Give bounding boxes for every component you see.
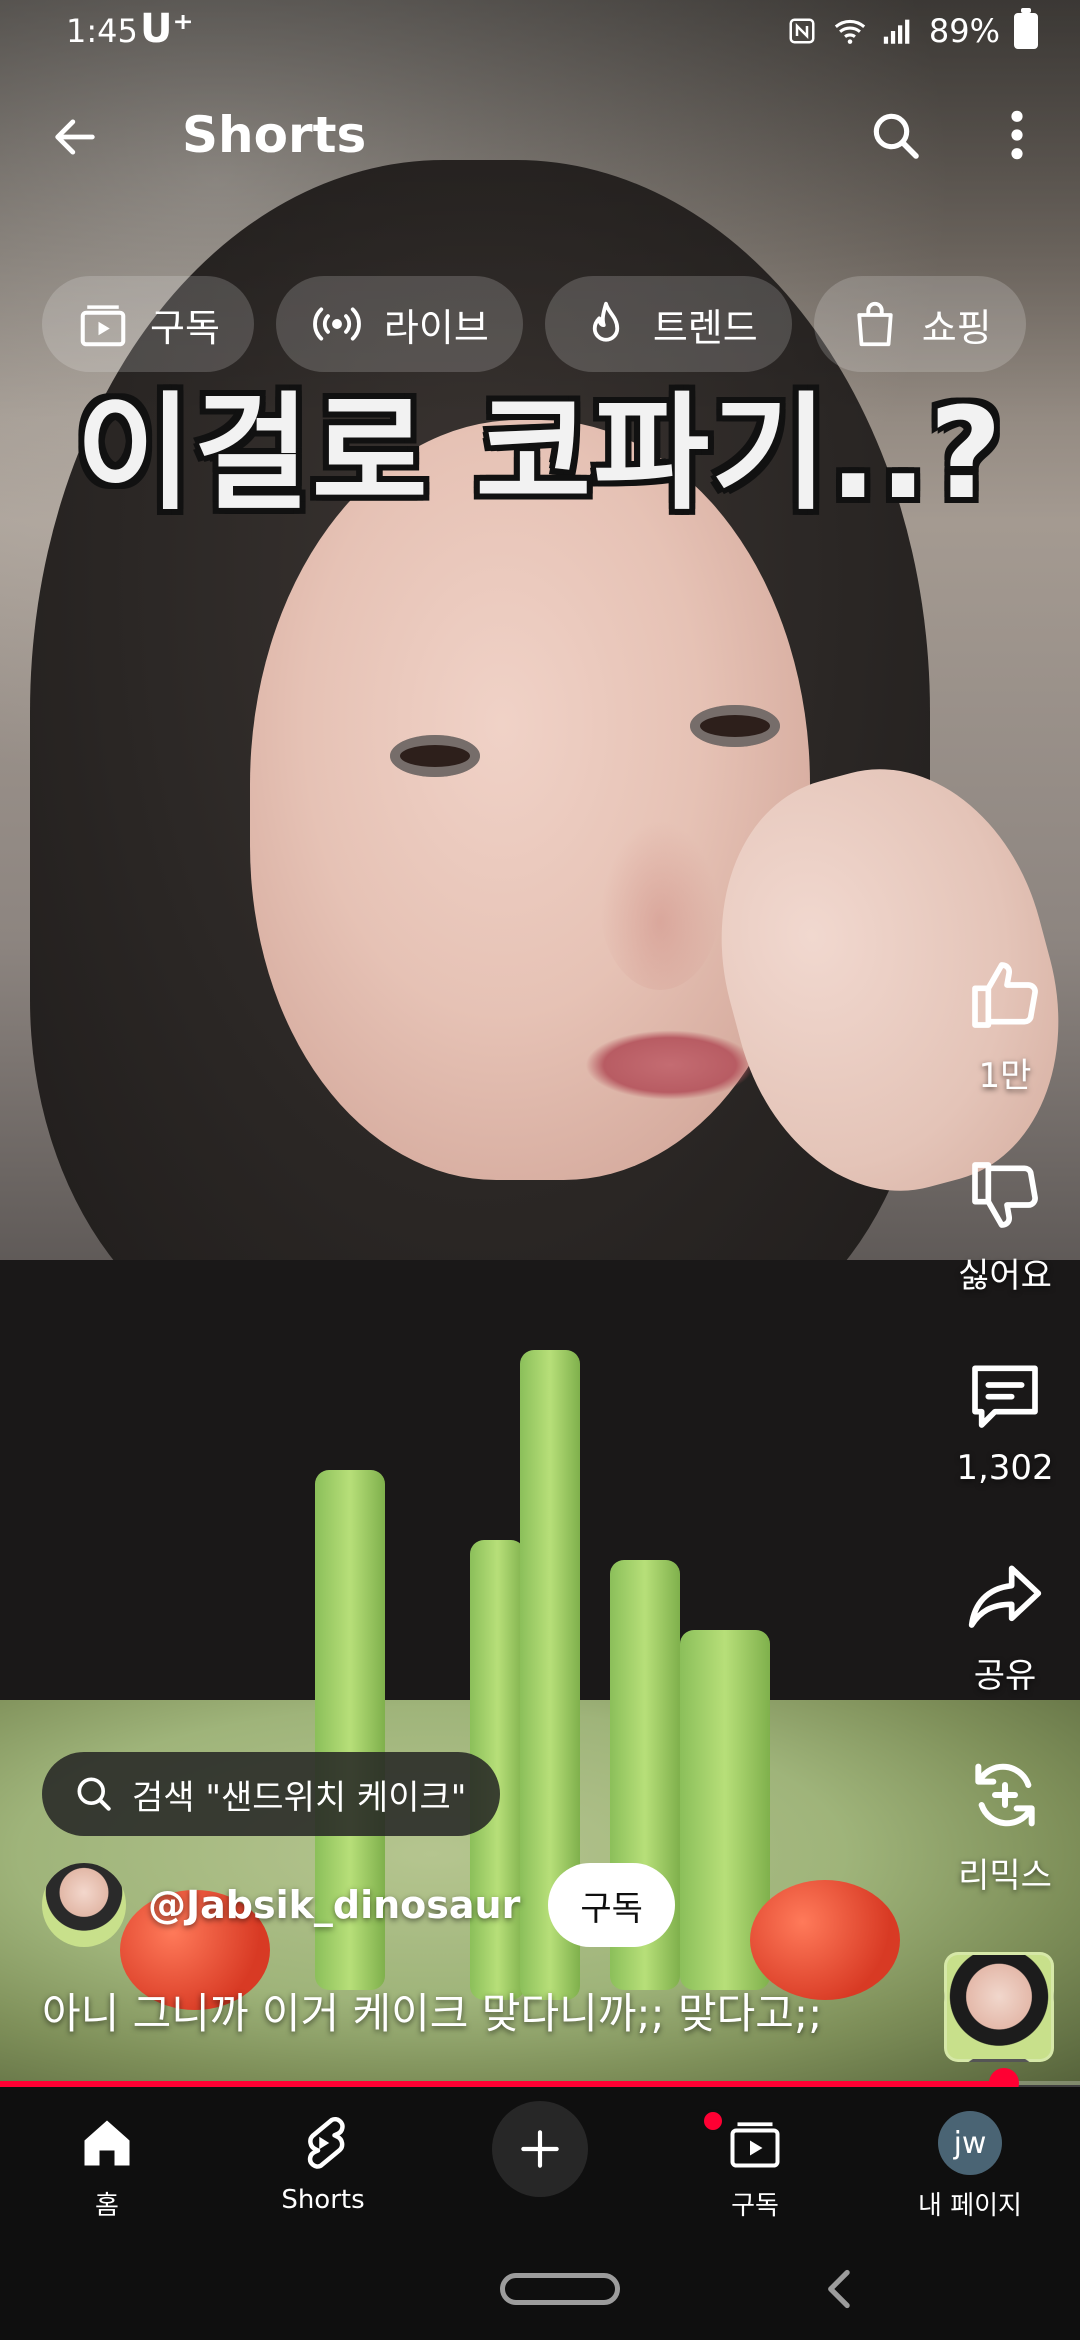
nav-subscriptions-label: 구독	[731, 2191, 779, 2221]
top-app-bar: Shorts	[0, 80, 1080, 190]
comments-button[interactable]: 1,302	[930, 1350, 1080, 1488]
search-suggestion-pill[interactable]: 검색 "샌드위치 케이크"	[42, 1752, 501, 1836]
thumbs-down-icon	[960, 1150, 1050, 1240]
live-icon	[313, 307, 361, 341]
dislike-button[interactable]: 싫어요	[930, 1150, 1080, 1297]
share-icon	[960, 1550, 1050, 1640]
nav-create[interactable]	[435, 2101, 645, 2197]
video-lips	[585, 1030, 755, 1100]
battery-percent: 89%	[928, 12, 1000, 50]
nav-shorts-label: Shorts	[281, 2185, 365, 2215]
account-avatar: jw	[934, 2107, 1006, 2179]
nav-home-label: 홈	[95, 2191, 119, 2221]
remix-label: 리믹스	[958, 1856, 1052, 1896]
subscriptions-icon	[80, 305, 126, 347]
status-right: 89%	[785, 8, 1038, 50]
search-icon	[77, 1777, 111, 1811]
remix-button[interactable]: 리믹스	[930, 1750, 1080, 1897]
system-back-button[interactable]	[808, 2259, 868, 2319]
channel-row: @Jabsik_dinosaur 구독	[42, 1862, 675, 1948]
back-arrow-icon	[55, 119, 95, 155]
thumbs-up-icon	[960, 950, 1050, 1040]
battery-icon	[1014, 8, 1038, 49]
channel-handle[interactable]: @Jabsik_dinosaur	[148, 1883, 520, 1927]
video-description[interactable]: 아니 그니까 이거 케이크 맞다니까;; 맞다고;;	[42, 1980, 922, 2041]
dislike-label: 싫어요	[958, 1256, 1052, 1296]
search-button[interactable]	[858, 98, 932, 172]
nfc-icon	[785, 14, 819, 48]
like-count: 1만	[978, 1056, 1032, 1096]
system-navigation-bar	[0, 2237, 1080, 2340]
bottom-navigation: 홈 Shorts 구독 jw 내 페이지	[0, 2087, 1080, 2237]
share-button[interactable]: 공유	[930, 1550, 1080, 1697]
create-button[interactable]	[492, 2101, 588, 2197]
more-options-button[interactable]	[980, 98, 1054, 172]
video-eye-left	[390, 735, 480, 777]
search-icon	[873, 113, 919, 159]
status-time: 1:45	[66, 12, 138, 50]
comment-icon	[960, 1350, 1050, 1440]
subscribe-button[interactable]: 구독	[548, 1863, 675, 1947]
video-caption: 이걸로 코파기..?	[75, 380, 1005, 527]
channel-avatar[interactable]	[42, 1863, 126, 1947]
like-button[interactable]: 1만	[930, 950, 1080, 1097]
nav-shorts[interactable]: Shorts	[218, 2107, 428, 2215]
comment-count: 1,302	[956, 1448, 1054, 1488]
wifi-icon	[833, 14, 867, 48]
status-bar: 1:45 U⁺ 89%	[0, 0, 1080, 64]
nav-my-page[interactable]: jw 내 페이지	[865, 2107, 1075, 2222]
more-vert-icon	[1011, 110, 1023, 160]
page-title: Shorts	[182, 106, 367, 164]
plus-icon	[521, 2130, 559, 2168]
share-label: 공유	[973, 1656, 1037, 1696]
trending-icon	[592, 301, 619, 342]
video-nose	[600, 820, 720, 990]
subscriptions-icon	[701, 2107, 791, 2179]
search-suggestion-text: 검색 "샌드위치 케이크"	[132, 1777, 467, 1818]
status-carrier: U⁺	[140, 6, 194, 52]
sound-thumbnail[interactable]	[944, 1952, 1054, 2062]
nav-my-page-label: 내 페이지	[918, 2191, 1022, 2221]
chevron-left-icon	[828, 2269, 850, 2309]
back-button[interactable]	[38, 100, 112, 174]
shorts-player-screen: 1:45 U⁺ 89% Shorts 구독 라이브 트렌드 쇼핑 이걸로 코파기…	[0, 0, 1080, 2340]
shorts-icon	[287, 2107, 359, 2179]
chip-label: 쇼핑	[921, 305, 992, 350]
video-eye-right	[690, 705, 780, 747]
nav-subscriptions[interactable]: 구독	[650, 2107, 860, 2222]
signal-icon	[881, 14, 915, 48]
notification-dot	[701, 2109, 725, 2133]
chip-label: 구독	[150, 305, 220, 350]
remix-icon	[960, 1750, 1050, 1840]
chip-label: 트렌드	[652, 305, 758, 350]
shopping-bag-icon	[857, 301, 893, 347]
system-home-button[interactable]	[500, 2273, 620, 2305]
chip-label: 라이브	[383, 305, 489, 350]
nav-home[interactable]: 홈	[2, 2107, 212, 2222]
account-initials: jw	[938, 2111, 1002, 2175]
home-icon	[71, 2107, 143, 2179]
